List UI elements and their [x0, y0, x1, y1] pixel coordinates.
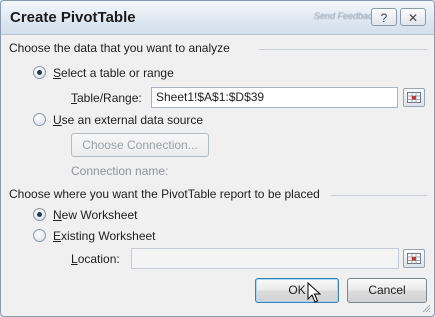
placement-section-heading: Choose where you want the PivotTable rep… — [9, 187, 320, 201]
location-picker-button[interactable] — [403, 249, 425, 268]
send-feedback-link[interactable]: Send Feedback — [314, 11, 377, 21]
dialog-title: Create PivotTable — [10, 9, 136, 26]
choose-connection-button[interactable]: Choose Connection... — [71, 133, 209, 157]
mouse-pointer-icon — [307, 282, 321, 303]
connection-name-label: Connection name: — [71, 164, 169, 178]
title-bar: Create PivotTable Send Feedback ? ✕ — [1, 1, 434, 35]
new-worksheet-radio[interactable] — [33, 208, 46, 221]
data-section-heading: Choose the data that you want to analyze — [9, 41, 230, 55]
close-icon: ✕ — [407, 11, 419, 25]
select-range-label[interactable]: Select a table or range — [53, 66, 174, 80]
table-range-input[interactable]: Sheet1!$A$1:$D$39 — [151, 87, 398, 108]
help-icon: ? — [380, 11, 388, 25]
cancel-button[interactable]: Cancel — [347, 278, 427, 303]
select-range-radio[interactable] — [33, 66, 46, 79]
ok-button[interactable]: OK — [255, 278, 339, 303]
table-range-picker-button[interactable] — [403, 88, 425, 107]
resize-grip-icon[interactable] — [421, 303, 431, 313]
location-label: Location: — [71, 252, 120, 266]
table-range-label: Table/Range: — [71, 91, 142, 105]
new-worksheet-label[interactable]: New Worksheet — [53, 208, 137, 222]
existing-worksheet-label[interactable]: Existing Worksheet — [53, 229, 156, 243]
existing-worksheet-radio[interactable] — [33, 229, 46, 242]
external-source-radio[interactable] — [33, 113, 46, 126]
help-button[interactable]: ? — [371, 8, 397, 26]
create-pivottable-dialog: Create PivotTable Send Feedback ? ✕ Choo… — [0, 0, 435, 317]
close-button[interactable]: ✕ — [400, 8, 426, 26]
range-picker-icon — [407, 92, 421, 103]
external-source-label[interactable]: Use an external data source — [53, 113, 203, 127]
location-input[interactable] — [131, 248, 399, 269]
range-picker-icon — [407, 253, 421, 264]
section-divider — [259, 49, 427, 50]
section-divider — [331, 195, 427, 196]
